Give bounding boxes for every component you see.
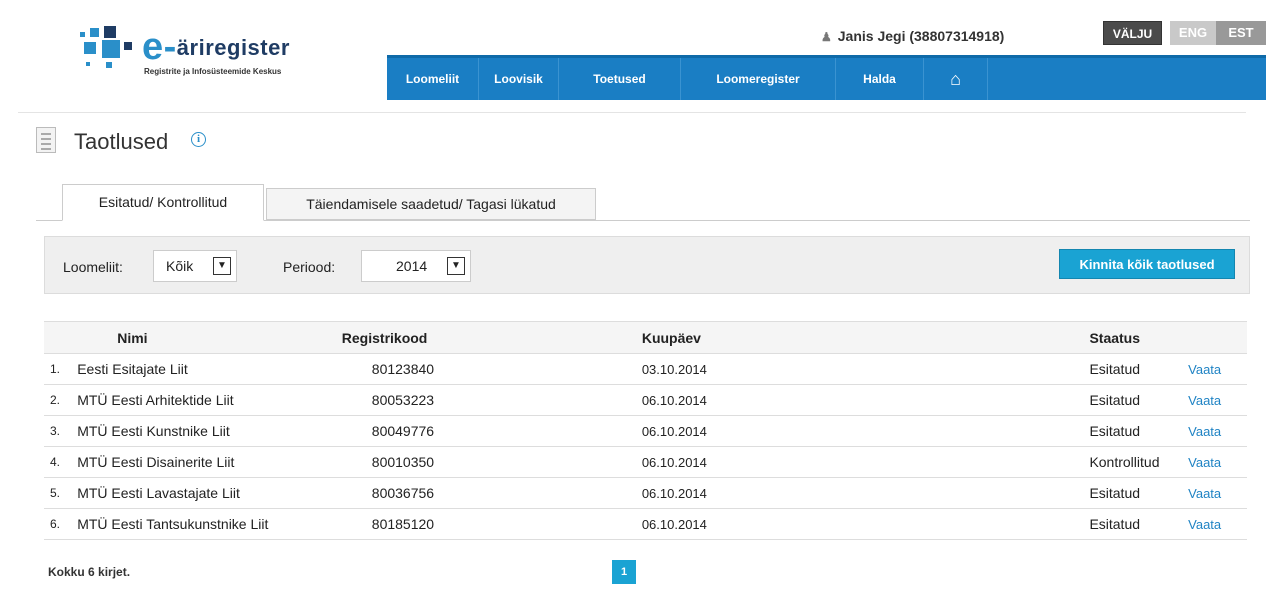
row-code: 80053223 — [341, 384, 610, 416]
logo[interactable]: e-äriregister Registrite ja Infosüsteemi… — [80, 26, 350, 78]
page-header: Taotlused i — [18, 112, 1246, 162]
logo-square — [84, 42, 96, 54]
tab-taiendamisele-tagasi[interactable]: Täiendamisele saadetud/ Tagasi lükatud — [266, 188, 596, 220]
lang-est-button[interactable]: EST — [1216, 21, 1266, 45]
confirm-all-button[interactable]: Kinnita kõik taotlused — [1059, 249, 1235, 279]
nav-loovisik[interactable]: Loovisik — [479, 58, 559, 100]
table-row: 5. MTÜ Eesti Lavastajate Liit 80036756 0… — [44, 477, 1247, 509]
logout-button[interactable]: VÄLJU — [1103, 21, 1162, 45]
loomeliit-select[interactable]: Kõik ▼ — [153, 250, 237, 282]
view-link[interactable]: Vaata — [1188, 384, 1247, 416]
row-number: 1. — [44, 353, 78, 385]
row-code: 80010350 — [341, 446, 610, 478]
row-number: 4. — [44, 446, 78, 478]
periood-value: 2014 — [396, 258, 428, 274]
row-number: 3. — [44, 415, 78, 447]
row-number: 6. — [44, 508, 78, 540]
page-title: Taotlused — [74, 129, 169, 154]
loomeliit-value: Kõik — [166, 258, 194, 274]
logo-brand: e-äriregister — [142, 26, 290, 68]
info-icon[interactable]: i — [191, 132, 206, 147]
row-date: 06.10.2014 — [609, 508, 1070, 540]
row-status: Esitatud — [1069, 508, 1189, 540]
loomeliit-label: Loomeliit: — [63, 259, 123, 275]
logo-square — [124, 42, 132, 50]
row-name: MTÜ Eesti Lavastajate Liit — [77, 477, 342, 509]
tab-esitatud-kontrollitud[interactable]: Esitatud/ Kontrollitud — [62, 184, 264, 221]
home-icon[interactable]: ⌂ — [924, 58, 988, 100]
column-header-date[interactable]: Kuupäev — [609, 321, 1070, 354]
periood-select[interactable]: 2014 ▼ — [361, 250, 471, 282]
document-icon — [36, 127, 56, 153]
row-date: 06.10.2014 — [609, 446, 1070, 478]
logo-square — [86, 62, 90, 66]
nav-loomeliit[interactable]: Loomeliit — [387, 58, 479, 100]
user-icon: ♟ — [821, 30, 832, 44]
view-link[interactable]: Vaata — [1188, 353, 1247, 385]
logo-square — [102, 40, 120, 58]
pagination-page-1[interactable]: 1 — [612, 560, 636, 584]
table-row: 4. MTÜ Eesti Disainerite Liit 80010350 0… — [44, 446, 1247, 478]
current-user: ♟ Janis Jegi (38807314918) — [821, 28, 1005, 44]
row-code: 80185120 — [341, 508, 610, 540]
tab-bar: Esitatud/ Kontrollitud Täiendamisele saa… — [36, 184, 1250, 221]
row-status: Esitatud — [1069, 353, 1189, 385]
periood-label: Periood: — [283, 259, 336, 275]
filter-panel: Loomeliit: Kõik ▼ Periood: 2014 ▼ Kinnit… — [44, 236, 1250, 294]
row-code: 80049776 — [341, 415, 610, 447]
row-code: 80123840 — [341, 353, 610, 385]
table-row: 2. MTÜ Eesti Arhitektide Liit 80053223 0… — [44, 384, 1247, 416]
main-nav: Loomeliit Loovisik Toetused Loomeregiste… — [387, 55, 1266, 100]
nav-loomeregister[interactable]: Loomeregister — [681, 58, 836, 100]
row-status: Esitatud — [1069, 477, 1189, 509]
table-row: 6. MTÜ Eesti Tantsukunstnike Liit 801851… — [44, 508, 1247, 540]
row-date: 06.10.2014 — [609, 384, 1070, 416]
view-link[interactable]: Vaata — [1188, 415, 1247, 447]
lang-eng-button[interactable]: ENG — [1170, 21, 1216, 45]
row-status: Esitatud — [1069, 384, 1189, 416]
chevron-down-icon: ▼ — [447, 257, 465, 275]
column-header-name[interactable]: Nimi — [77, 321, 342, 354]
record-count: Kokku 6 kirjet. — [48, 565, 131, 579]
table-header-row: Nimi Registrikood Kuupäev Staatus — [44, 321, 1247, 354]
view-link[interactable]: Vaata — [1188, 477, 1247, 509]
logo-square — [80, 32, 85, 37]
row-code: 80036756 — [341, 477, 610, 509]
row-number: 5. — [44, 477, 78, 509]
row-name: MTÜ Eesti Tantsukunstnike Liit — [77, 508, 342, 540]
row-date: 06.10.2014 — [609, 477, 1070, 509]
row-number: 2. — [44, 384, 78, 416]
chevron-down-icon: ▼ — [213, 257, 231, 275]
row-status: Esitatud — [1069, 415, 1189, 447]
row-date: 06.10.2014 — [609, 415, 1070, 447]
applications-table: Nimi Registrikood Kuupäev Staatus 1. Ees… — [44, 321, 1247, 540]
nav-toetused[interactable]: Toetused — [559, 58, 681, 100]
table-row: 3. MTÜ Eesti Kunstnike Liit 80049776 06.… — [44, 415, 1247, 447]
row-status: Kontrollitud — [1069, 446, 1189, 478]
logo-square — [90, 28, 99, 37]
row-date: 03.10.2014 — [609, 353, 1070, 385]
row-name: MTÜ Eesti Arhitektide Liit — [77, 384, 342, 416]
column-header-code[interactable]: Registrikood — [341, 321, 610, 354]
table-row: 1. Eesti Esitajate Liit 80123840 03.10.2… — [44, 353, 1247, 385]
row-name: MTÜ Eesti Kunstnike Liit — [77, 415, 342, 447]
logo-square — [106, 62, 112, 68]
column-header-status[interactable]: Staatus — [1069, 321, 1189, 354]
view-link[interactable]: Vaata — [1188, 508, 1247, 540]
row-name: Eesti Esitajate Liit — [77, 353, 342, 385]
row-name: MTÜ Eesti Disainerite Liit — [77, 446, 342, 478]
view-link[interactable]: Vaata — [1188, 446, 1247, 478]
logo-subtitle: Registrite ja Infosüsteemide Keskus — [144, 67, 282, 76]
nav-halda[interactable]: Halda — [836, 58, 924, 100]
logo-square — [104, 26, 116, 38]
